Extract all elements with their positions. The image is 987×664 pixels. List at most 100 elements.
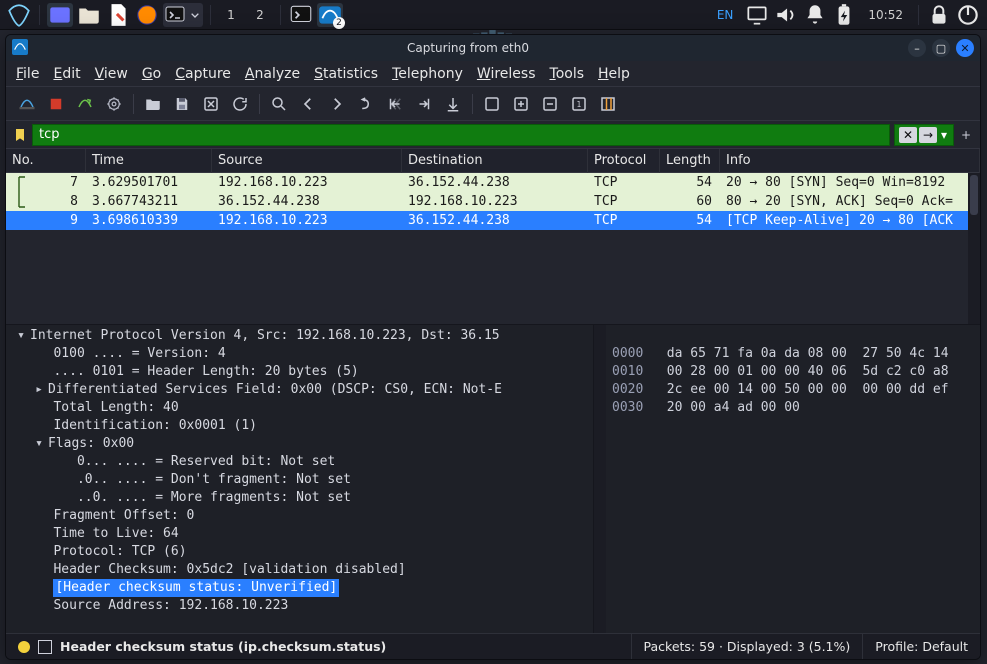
window-maximize-button[interactable]: ▢ bbox=[932, 39, 950, 57]
col-destination[interactable]: Destination bbox=[402, 149, 588, 173]
zoom-in-icon[interactable] bbox=[508, 91, 534, 117]
menu-telephony[interactable]: Telephony bbox=[392, 66, 463, 82]
app-menu-icon[interactable] bbox=[6, 3, 32, 27]
workspace-1[interactable]: 1 bbox=[218, 3, 244, 27]
tray-notifications-icon[interactable] bbox=[802, 3, 828, 27]
capture-options-icon[interactable] bbox=[101, 91, 127, 117]
packet-bytes-pane[interactable]: 0000 da 65 71 fa 0a da 08 00 27 50 4c 14… bbox=[606, 325, 980, 633]
tray-lock-icon[interactable] bbox=[926, 3, 952, 27]
tree-expand-icon[interactable]: ▸ bbox=[30, 381, 48, 399]
menu-file[interactable]: File bbox=[16, 66, 39, 82]
resize-columns-icon[interactable] bbox=[595, 91, 621, 117]
auto-scroll-icon[interactable] bbox=[440, 91, 466, 117]
go-to-packet-icon[interactable] bbox=[353, 91, 379, 117]
menu-view[interactable]: View bbox=[95, 66, 128, 82]
open-file-icon[interactable] bbox=[140, 91, 166, 117]
taskbar-app-1[interactable] bbox=[47, 3, 73, 27]
detail-checksum-status[interactable]: [Header checksum status: Unverified] bbox=[53, 579, 339, 597]
col-no[interactable]: No. bbox=[6, 149, 86, 173]
taskbar-editor-icon[interactable] bbox=[105, 3, 131, 27]
packet-row-selected[interactable]: 9 3.698610339 192.168.10.223 36.152.44.2… bbox=[6, 211, 980, 230]
detail-header-length[interactable]: .... 0101 = Header Length: 20 bytes (5) bbox=[53, 363, 358, 381]
taskbar-wireshark-window[interactable]: 2 bbox=[317, 3, 343, 27]
col-length[interactable]: Length bbox=[660, 149, 720, 173]
go-next-icon[interactable] bbox=[324, 91, 350, 117]
go-last-icon[interactable] bbox=[411, 91, 437, 117]
tray-volume-icon[interactable] bbox=[773, 3, 799, 27]
stop-capture-icon[interactable] bbox=[43, 91, 69, 117]
terminal-icon[interactable] bbox=[163, 3, 187, 27]
packet-row[interactable]: 7 3.629501701 192.168.10.223 36.152.44.2… bbox=[6, 173, 980, 192]
detail-fragment-offset[interactable]: Fragment Offset: 0 bbox=[53, 507, 194, 525]
detail-flag-reserved[interactable]: 0... .... = Reserved bit: Not set bbox=[77, 453, 335, 471]
menu-statistics[interactable]: Statistics bbox=[314, 66, 378, 82]
details-scrollbar[interactable] bbox=[594, 325, 606, 633]
zoom-out-icon[interactable] bbox=[537, 91, 563, 117]
filter-dropdown-icon[interactable]: ▾ bbox=[939, 128, 949, 142]
reload-file-icon[interactable] bbox=[227, 91, 253, 117]
display-filter-input[interactable] bbox=[32, 124, 890, 146]
packet-row[interactable]: 8 3.667743211 36.152.44.238 192.168.10.2… bbox=[6, 192, 980, 211]
detail-protocol[interactable]: Protocol: TCP (6) bbox=[53, 543, 186, 561]
chevron-down-icon[interactable] bbox=[187, 3, 203, 27]
tray-battery-icon[interactable] bbox=[831, 3, 857, 27]
packet-list-header[interactable]: No. Time Source Destination Protocol Len… bbox=[6, 149, 980, 173]
restart-capture-icon[interactable] bbox=[72, 91, 98, 117]
taskbar-terminal-window[interactable] bbox=[288, 3, 314, 27]
detail-dsfield[interactable]: Differentiated Services Field: 0x00 (DSC… bbox=[48, 381, 502, 399]
window-minimize-button[interactable]: – bbox=[908, 39, 926, 57]
detail-identification[interactable]: Identification: 0x0001 (1) bbox=[53, 417, 257, 435]
filter-clear-icon[interactable]: ✕ bbox=[899, 127, 917, 143]
hex-bytes[interactable]: da 65 71 fa 0a da 08 00 27 50 4c 14 bbox=[667, 346, 957, 361]
taskbar-firefox-icon[interactable] bbox=[134, 3, 160, 27]
tree-collapse-icon[interactable]: ▾ bbox=[30, 435, 48, 453]
status-profile[interactable]: Profile: Default bbox=[863, 634, 980, 659]
detail-ipv4[interactable]: Internet Protocol Version 4, Src: 192.16… bbox=[30, 327, 500, 345]
go-previous-icon[interactable] bbox=[295, 91, 321, 117]
menu-go[interactable]: Go bbox=[142, 66, 161, 82]
tray-display-icon[interactable] bbox=[744, 3, 770, 27]
hex-bytes[interactable]: 20 00 a4 ad 00 00 bbox=[667, 400, 800, 415]
window-titlebar[interactable]: Capturing from eth0 – ▢ ✕ bbox=[6, 35, 980, 61]
workspace-2[interactable]: 2 bbox=[247, 3, 273, 27]
menu-wireless[interactable]: Wireless bbox=[477, 66, 536, 82]
col-time[interactable]: Time bbox=[86, 149, 212, 173]
tree-collapse-icon[interactable]: ▾ bbox=[12, 327, 30, 345]
menu-analyze[interactable]: Analyze bbox=[245, 66, 300, 82]
detail-flag-mf[interactable]: ..0. .... = More fragments: Not set bbox=[77, 489, 351, 507]
menu-edit[interactable]: Edit bbox=[53, 66, 80, 82]
menu-tools[interactable]: Tools bbox=[550, 66, 585, 82]
close-file-icon[interactable] bbox=[198, 91, 224, 117]
detail-ttl[interactable]: Time to Live: 64 bbox=[53, 525, 178, 543]
detail-total-length[interactable]: Total Length: 40 bbox=[53, 399, 178, 417]
taskbar-terminal-group[interactable] bbox=[163, 3, 203, 27]
filter-add-button[interactable]: + bbox=[958, 128, 974, 142]
col-info[interactable]: Info bbox=[720, 149, 980, 173]
tray-clock[interactable]: 10:52 bbox=[860, 8, 911, 22]
find-packet-icon[interactable] bbox=[266, 91, 292, 117]
zoom-reset-icon[interactable]: 1 bbox=[566, 91, 592, 117]
packet-details-pane[interactable]: ▾Internet Protocol Version 4, Src: 192.1… bbox=[6, 325, 594, 633]
go-first-icon[interactable] bbox=[382, 91, 408, 117]
window-close-button[interactable]: ✕ bbox=[956, 39, 974, 57]
save-file-icon[interactable] bbox=[169, 91, 195, 117]
packet-list-scrollbar[interactable] bbox=[968, 173, 980, 324]
col-source[interactable]: Source bbox=[212, 149, 402, 173]
capture-file-properties-icon[interactable] bbox=[38, 640, 52, 654]
detail-source-address[interactable]: Source Address: 192.168.10.223 bbox=[53, 597, 288, 615]
detail-version[interactable]: 0100 .... = Version: 4 bbox=[53, 345, 225, 363]
hex-bytes[interactable]: 00 28 00 01 00 00 40 06 5d c2 c0 a8 bbox=[667, 364, 957, 379]
keyboard-lang[interactable]: EN bbox=[709, 8, 742, 22]
menu-capture[interactable]: Capture bbox=[175, 66, 231, 82]
col-protocol[interactable]: Protocol bbox=[588, 149, 660, 173]
tray-power-icon[interactable] bbox=[955, 3, 981, 27]
filter-bookmark-icon[interactable] bbox=[12, 125, 28, 145]
menu-help[interactable]: Help bbox=[598, 66, 630, 82]
start-capture-icon[interactable] bbox=[14, 91, 40, 117]
filter-apply-icon[interactable]: → bbox=[919, 127, 937, 143]
hex-bytes[interactable]: 2c ee 00 14 00 50 00 00 00 00 dd ef bbox=[667, 382, 957, 397]
colorize-icon[interactable] bbox=[479, 91, 505, 117]
detail-flags[interactable]: Flags: 0x00 bbox=[48, 435, 134, 453]
taskbar-files-icon[interactable] bbox=[76, 3, 102, 27]
detail-flag-df[interactable]: .0.. .... = Don't fragment: Not set bbox=[77, 471, 351, 489]
